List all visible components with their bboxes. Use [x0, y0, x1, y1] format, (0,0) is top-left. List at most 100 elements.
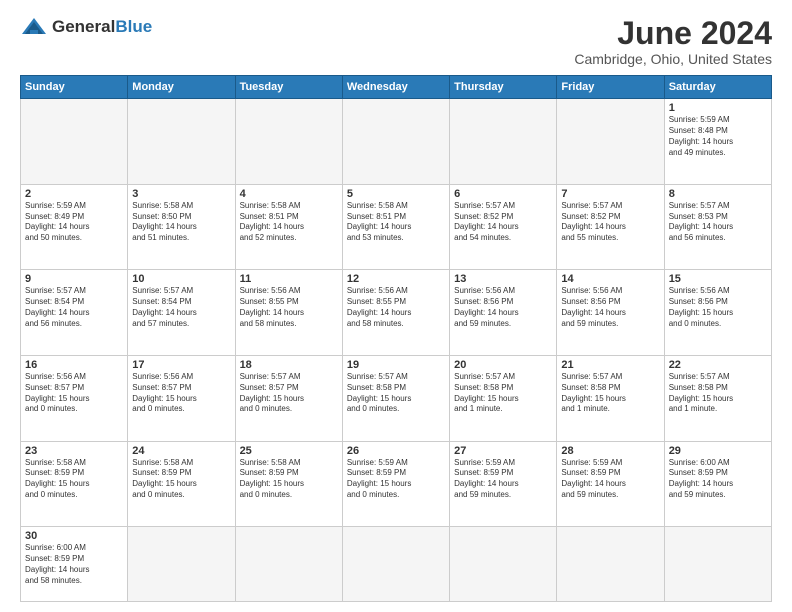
header-wednesday: Wednesday: [342, 76, 449, 99]
day-number: 13: [454, 273, 552, 285]
location: Cambridge, Ohio, United States: [574, 51, 772, 67]
calendar-cell: 5Sunrise: 5:58 AM Sunset: 8:51 PM Daylig…: [342, 184, 449, 270]
day-number: 2: [25, 188, 123, 200]
logo: GeneralBlue: [20, 16, 152, 38]
calendar-week-row: 30Sunrise: 6:00 AM Sunset: 8:59 PM Dayli…: [21, 527, 772, 602]
calendar-cell: 18Sunrise: 5:57 AM Sunset: 8:57 PM Dayli…: [235, 356, 342, 442]
day-number: 20: [454, 359, 552, 371]
day-info: Sunrise: 5:59 AM Sunset: 8:59 PM Dayligh…: [561, 458, 659, 501]
calendar-cell: [557, 527, 664, 602]
day-number: 10: [132, 273, 230, 285]
day-info: Sunrise: 5:56 AM Sunset: 8:56 PM Dayligh…: [454, 286, 552, 329]
calendar-cell: 25Sunrise: 5:58 AM Sunset: 8:59 PM Dayli…: [235, 441, 342, 527]
day-info: Sunrise: 5:58 AM Sunset: 8:51 PM Dayligh…: [347, 201, 445, 244]
calendar-cell: [450, 99, 557, 185]
day-info: Sunrise: 5:57 AM Sunset: 8:54 PM Dayligh…: [132, 286, 230, 329]
weekday-header-row: Sunday Monday Tuesday Wednesday Thursday…: [21, 76, 772, 99]
day-info: Sunrise: 5:57 AM Sunset: 8:52 PM Dayligh…: [561, 201, 659, 244]
day-info: Sunrise: 5:58 AM Sunset: 8:51 PM Dayligh…: [240, 201, 338, 244]
day-number: 30: [25, 530, 123, 542]
calendar-cell: 12Sunrise: 5:56 AM Sunset: 8:55 PM Dayli…: [342, 270, 449, 356]
title-area: June 2024 Cambridge, Ohio, United States: [574, 16, 772, 67]
day-number: 12: [347, 273, 445, 285]
header: GeneralBlue June 2024 Cambridge, Ohio, U…: [20, 16, 772, 67]
calendar-cell: [128, 99, 235, 185]
calendar-cell: 20Sunrise: 5:57 AM Sunset: 8:58 PM Dayli…: [450, 356, 557, 442]
day-number: 11: [240, 273, 338, 285]
day-info: Sunrise: 5:58 AM Sunset: 8:59 PM Dayligh…: [240, 458, 338, 501]
day-info: Sunrise: 6:00 AM Sunset: 8:59 PM Dayligh…: [25, 543, 123, 586]
day-info: Sunrise: 5:57 AM Sunset: 8:58 PM Dayligh…: [561, 372, 659, 415]
day-number: 9: [25, 273, 123, 285]
day-number: 7: [561, 188, 659, 200]
calendar-cell: 16Sunrise: 5:56 AM Sunset: 8:57 PM Dayli…: [21, 356, 128, 442]
day-info: Sunrise: 5:57 AM Sunset: 8:54 PM Dayligh…: [25, 286, 123, 329]
calendar-cell: 22Sunrise: 5:57 AM Sunset: 8:58 PM Dayli…: [664, 356, 771, 442]
calendar-cell: [664, 527, 771, 602]
header-tuesday: Tuesday: [235, 76, 342, 99]
day-number: 14: [561, 273, 659, 285]
calendar-cell: 27Sunrise: 5:59 AM Sunset: 8:59 PM Dayli…: [450, 441, 557, 527]
calendar-cell: 28Sunrise: 5:59 AM Sunset: 8:59 PM Dayli…: [557, 441, 664, 527]
day-info: Sunrise: 5:57 AM Sunset: 8:58 PM Dayligh…: [347, 372, 445, 415]
day-number: 3: [132, 188, 230, 200]
calendar-cell: 15Sunrise: 5:56 AM Sunset: 8:56 PM Dayli…: [664, 270, 771, 356]
day-info: Sunrise: 5:57 AM Sunset: 8:58 PM Dayligh…: [669, 372, 767, 415]
calendar-cell: 26Sunrise: 5:59 AM Sunset: 8:59 PM Dayli…: [342, 441, 449, 527]
calendar-cell: 9Sunrise: 5:57 AM Sunset: 8:54 PM Daylig…: [21, 270, 128, 356]
day-info: Sunrise: 5:59 AM Sunset: 8:49 PM Dayligh…: [25, 201, 123, 244]
calendar-table: Sunday Monday Tuesday Wednesday Thursday…: [20, 75, 772, 602]
calendar-cell: 13Sunrise: 5:56 AM Sunset: 8:56 PM Dayli…: [450, 270, 557, 356]
day-info: Sunrise: 5:56 AM Sunset: 8:55 PM Dayligh…: [240, 286, 338, 329]
day-info: Sunrise: 5:59 AM Sunset: 8:59 PM Dayligh…: [454, 458, 552, 501]
day-info: Sunrise: 5:58 AM Sunset: 8:50 PM Dayligh…: [132, 201, 230, 244]
calendar-cell: 6Sunrise: 5:57 AM Sunset: 8:52 PM Daylig…: [450, 184, 557, 270]
day-number: 15: [669, 273, 767, 285]
calendar-cell: 21Sunrise: 5:57 AM Sunset: 8:58 PM Dayli…: [557, 356, 664, 442]
day-info: Sunrise: 5:56 AM Sunset: 8:56 PM Dayligh…: [669, 286, 767, 329]
calendar-cell: 2Sunrise: 5:59 AM Sunset: 8:49 PM Daylig…: [21, 184, 128, 270]
calendar-week-row: 1Sunrise: 5:59 AM Sunset: 8:48 PM Daylig…: [21, 99, 772, 185]
header-friday: Friday: [557, 76, 664, 99]
calendar-cell: 3Sunrise: 5:58 AM Sunset: 8:50 PM Daylig…: [128, 184, 235, 270]
calendar-cell: 8Sunrise: 5:57 AM Sunset: 8:53 PM Daylig…: [664, 184, 771, 270]
day-number: 8: [669, 188, 767, 200]
day-info: Sunrise: 5:58 AM Sunset: 8:59 PM Dayligh…: [25, 458, 123, 501]
day-info: Sunrise: 5:56 AM Sunset: 8:57 PM Dayligh…: [132, 372, 230, 415]
calendar-cell: 29Sunrise: 6:00 AM Sunset: 8:59 PM Dayli…: [664, 441, 771, 527]
day-info: Sunrise: 5:57 AM Sunset: 8:58 PM Dayligh…: [454, 372, 552, 415]
page: GeneralBlue June 2024 Cambridge, Ohio, U…: [0, 0, 792, 612]
month-title: June 2024: [574, 16, 772, 51]
day-number: 23: [25, 445, 123, 457]
calendar-cell: 30Sunrise: 6:00 AM Sunset: 8:59 PM Dayli…: [21, 527, 128, 602]
day-number: 4: [240, 188, 338, 200]
calendar-cell: 11Sunrise: 5:56 AM Sunset: 8:55 PM Dayli…: [235, 270, 342, 356]
calendar-cell: [342, 99, 449, 185]
calendar-cell: [128, 527, 235, 602]
calendar-cell: [557, 99, 664, 185]
day-info: Sunrise: 5:56 AM Sunset: 8:57 PM Dayligh…: [25, 372, 123, 415]
day-number: 16: [25, 359, 123, 371]
day-number: 1: [669, 102, 767, 114]
day-info: Sunrise: 5:56 AM Sunset: 8:56 PM Dayligh…: [561, 286, 659, 329]
day-number: 17: [132, 359, 230, 371]
day-number: 21: [561, 359, 659, 371]
header-thursday: Thursday: [450, 76, 557, 99]
day-info: Sunrise: 5:57 AM Sunset: 8:52 PM Dayligh…: [454, 201, 552, 244]
calendar-cell: 10Sunrise: 5:57 AM Sunset: 8:54 PM Dayli…: [128, 270, 235, 356]
calendar-cell: [450, 527, 557, 602]
day-number: 22: [669, 359, 767, 371]
logo-text: GeneralBlue: [52, 17, 152, 37]
day-number: 28: [561, 445, 659, 457]
day-number: 26: [347, 445, 445, 457]
header-saturday: Saturday: [664, 76, 771, 99]
day-number: 19: [347, 359, 445, 371]
day-number: 5: [347, 188, 445, 200]
calendar-cell: [235, 527, 342, 602]
calendar-cell: 23Sunrise: 5:58 AM Sunset: 8:59 PM Dayli…: [21, 441, 128, 527]
logo-icon: [20, 16, 48, 38]
calendar-cell: 19Sunrise: 5:57 AM Sunset: 8:58 PM Dayli…: [342, 356, 449, 442]
calendar-cell: [342, 527, 449, 602]
day-number: 6: [454, 188, 552, 200]
calendar-cell: 17Sunrise: 5:56 AM Sunset: 8:57 PM Dayli…: [128, 356, 235, 442]
